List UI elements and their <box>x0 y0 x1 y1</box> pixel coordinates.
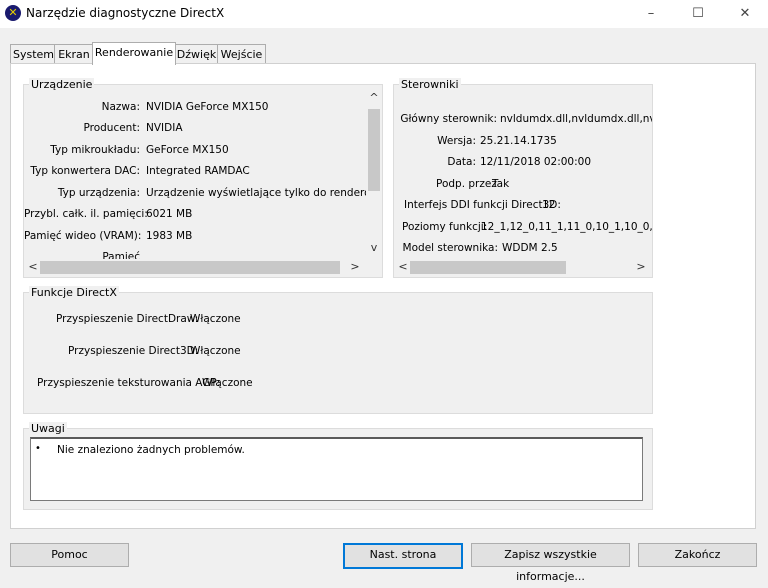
agp-texture-label: Przyspieszenie teksturowania AGP: <box>37 377 221 389</box>
directdraw-value: Włączone <box>190 313 241 325</box>
drivers-label-main-driver: Główny sterownik: <box>400 113 497 125</box>
directdraw-label: Przyspieszenie DirectDraw: <box>56 313 199 325</box>
drivers-group: Sterowniki Główny sterownik: nvldumdx.dl… <box>393 78 653 278</box>
directx-features-group: Funkcje DirectX Przyspieszenie DirectDra… <box>23 286 653 414</box>
tab-ekran[interactable]: Ekran <box>54 44 94 64</box>
device-scroll-down-icon[interactable]: v <box>366 241 382 254</box>
device-value-vram: 1983 MB <box>146 230 193 242</box>
device-value-name: NVIDIA GeForce MX150 <box>146 101 269 113</box>
notes-textbox[interactable]: • Nie znaleziono żadnych problemów. <box>30 437 643 501</box>
device-value-dac-type: Integrated RAMDAC <box>146 165 250 177</box>
notes-text: Nie znaleziono żadnych problemów. <box>57 444 245 456</box>
device-scroll-left-icon[interactable]: < <box>26 260 40 273</box>
drivers-scroll-right-icon[interactable]: > <box>634 260 648 273</box>
tab-dzwiek[interactable]: Dźwięk <box>174 44 219 64</box>
device-label-chip-type: Typ mikroukładu: <box>50 144 140 156</box>
drivers-label-version: Wersja: <box>437 135 476 147</box>
tab-page: Urządzenie Nazwa: NVIDIA GeForce MX150 P… <box>10 63 756 529</box>
device-label-approx-memory: Przybl. całk. il. pamięci: <box>24 208 148 220</box>
drivers-label-date: Data: <box>447 156 476 168</box>
drivers-label-driver-model: Model sterownika: <box>402 242 498 254</box>
device-scroll-right-icon[interactable]: > <box>348 260 362 273</box>
exit-button[interactable]: Zakończ <box>638 543 757 567</box>
device-group-title: Urządzenie <box>29 78 95 91</box>
device-label-dac-type: Typ konwertera DAC: <box>30 165 140 177</box>
device-label-device-type: Typ urządzenia: <box>57 187 140 199</box>
drivers-scroll-left-icon[interactable]: < <box>396 260 410 273</box>
tab-wejscie[interactable]: Wejście <box>217 44 266 64</box>
maximize-button[interactable]: ☐ <box>683 4 713 24</box>
drivers-value-date: 12/11/2018 02:00:00 <box>480 156 592 168</box>
device-value-manufacturer: NVIDIA <box>146 122 183 134</box>
minimize-button[interactable]: – <box>636 4 666 24</box>
title-bar: ✕ Narzędzie diagnostyczne DirectX – ☐ ✕ <box>0 0 768 28</box>
drivers-value-version: 25.21.14.1735 <box>480 135 557 147</box>
help-button[interactable]: Pomoc <box>10 543 129 567</box>
drivers-label-signed: Podp. przez <box>436 178 497 190</box>
device-label-manufacturer: Producent: <box>83 122 140 134</box>
notes-title: Uwagi <box>29 422 67 435</box>
drivers-value-signed: Tak <box>492 178 510 190</box>
close-button[interactable]: ✕ <box>730 4 760 24</box>
device-label-vram: Pamięć wideo (VRAM): <box>24 230 142 242</box>
drivers-list[interactable]: Główny sterownik: nvldumdx.dll,nvldumdx.… <box>394 91 652 259</box>
direct3d-label: Przyspieszenie Direct3D: <box>68 345 199 357</box>
save-all-info-button[interactable]: Zapisz wszystkie informacje... <box>471 543 630 583</box>
device-value-chip-type: GeForce MX150 <box>146 144 229 156</box>
device-value-approx-memory: 6021 MB <box>146 208 193 220</box>
drivers-horizontal-thumb[interactable] <box>410 261 566 274</box>
directx-app-icon: ✕ <box>5 5 21 21</box>
drivers-value-ddi: 12 <box>542 199 556 211</box>
next-page-button[interactable]: Nast. strona <box>343 543 463 569</box>
notes-bullet: • <box>35 443 41 454</box>
tab-renderowanie[interactable]: Renderowanie <box>92 42 176 65</box>
device-scroll-up-icon[interactable]: ^ <box>366 91 382 104</box>
drivers-value-feature-levels: 12_1,12_0,11_1,11_0,10_1,10_0,9_3 <box>481 221 652 233</box>
device-horizontal-thumb[interactable] <box>40 261 340 274</box>
device-group: Urządzenie Nazwa: NVIDIA GeForce MX150 P… <box>23 78 383 278</box>
direct3d-value: Włączone <box>190 345 241 357</box>
device-label-memory: Pamięć <box>102 251 140 259</box>
tab-system[interactable]: System <box>10 44 57 64</box>
device-value-device-type: Urządzenie wyświetlające tylko do render… <box>146 187 366 199</box>
device-vertical-thumb[interactable] <box>368 109 380 191</box>
agp-texture-value: Włączone <box>202 377 253 389</box>
window-title: Narzędzie diagnostyczne DirectX <box>26 6 225 20</box>
directx-features-title: Funkcje DirectX <box>29 286 119 299</box>
device-list[interactable]: Nazwa: NVIDIA GeForce MX150 Producent: N… <box>24 91 366 259</box>
drivers-value-driver-model: WDDM 2.5 <box>502 242 558 254</box>
drivers-label-feature-levels: Poziomy funkcji: <box>402 221 488 233</box>
drivers-label-ddi: Interfejs DDI funkcji Direct3D: <box>404 199 561 211</box>
drivers-group-title: Sterowniki <box>399 78 461 91</box>
device-label-name: Nazwa: <box>101 101 140 113</box>
drivers-value-main-driver: nvldumdx.dll,nvldumdx.dll,nvldum <box>500 113 652 125</box>
